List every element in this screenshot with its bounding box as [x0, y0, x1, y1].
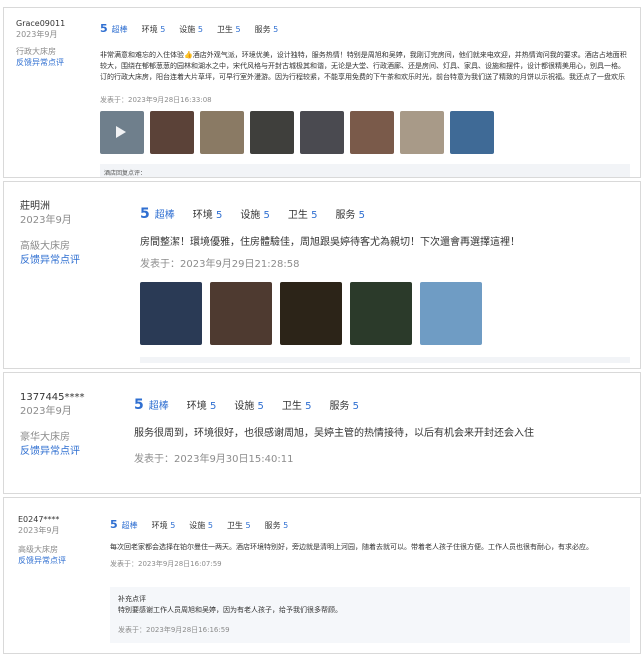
stay-date: 2023年9月 — [20, 406, 72, 417]
supplementary-title: 补充点评 — [118, 595, 146, 603]
subscore-service: 服务 5 — [335, 210, 365, 221]
subscore-service: 服务 5 — [264, 521, 289, 530]
review-photo[interactable] — [300, 111, 344, 154]
report-review-link[interactable]: 反馈异常点评 — [16, 57, 65, 68]
review-body: 5 超棒 环境 5 设施 5 卫生 5 服务 5 每次回老家都会选择在铂尔曼住一… — [110, 518, 630, 569]
score-row: 5 超棒 环境 5 设施 5 卫生 5 服务 5 — [140, 206, 630, 224]
review-photo[interactable] — [350, 282, 412, 345]
subscore-hygiene: 卫生 5 — [281, 401, 312, 412]
review-photo[interactable] — [450, 111, 494, 154]
review-photo[interactable] — [150, 111, 194, 154]
room-type: 豪华大床房 — [20, 432, 70, 443]
review-card: 1377445**** 2023年9月 豪华大床房 反馈异常点评 5 超棒 环境… — [3, 372, 641, 494]
review-user-info: E0247**** 2023年9月 高级大床房 反馈异常点评 — [18, 514, 66, 566]
username: Grace09011 — [16, 19, 66, 28]
review-photo[interactable] — [400, 111, 444, 154]
review-card: E0247**** 2023年9月 高级大床房 反馈异常点评 5 超棒 环境 5… — [3, 497, 641, 654]
subscore-environment: 环境 5 — [192, 210, 223, 221]
supplementary-text: 特别要感谢工作人员周旭和吴婷，因为有老人孩子，给予我们很多帮顾。 — [118, 606, 342, 614]
score-row: 5 超棒 环境 5 设施 5 卫生 5 服务 5 — [134, 397, 630, 415]
room-type: 高级大床房 — [18, 545, 58, 554]
review-card: 莊明洲 2023年9月 高級大床房 反馈异常点评 5 超棒 环境 5 设施 5 … — [3, 181, 641, 369]
subscore-environment: 环境 5 — [151, 521, 176, 530]
review-user-info: 莊明洲 2023年9月 高級大床房 反馈异常点评 — [20, 200, 80, 268]
review-text: 服务很周到，环境很好，也很感谢周旭，吴婷主管的热情接待，以后有机会来开封还会入住 — [134, 428, 534, 439]
hotel-reply-label: 酒店回复点评： — [104, 170, 147, 177]
report-review-link[interactable]: 反馈异常点评 — [20, 254, 80, 268]
subscore-hygiene: 卫生 5 — [226, 521, 251, 530]
score-label: 超棒 — [154, 210, 175, 221]
overall-score: 5 — [134, 397, 144, 413]
hotel-reply-box — [140, 357, 630, 363]
stay-date: 2023年9月 — [18, 526, 60, 535]
subscore-facilities: 设施 5 — [179, 25, 203, 34]
hotel-reply-box: 酒店回复点评： — [100, 164, 630, 177]
subscore-environment: 环境 5 — [186, 401, 217, 412]
review-text: 非常满意和难忘的入住体验👍酒店外观气派，环境优美，设计独特，服务热情！特别是周旭… — [100, 51, 627, 81]
review-text: 房間整潔！環境優雅，住房體驗佳，周旭跟吳婷待客尤為親切！下次還會再選擇這裡！ — [140, 237, 520, 248]
subscore-environment: 环境 5 — [141, 25, 166, 34]
score-row: 5 超棒 环境 5 设施 5 卫生 5 服务 5 — [100, 22, 630, 36]
subscore-hygiene: 卫生 5 — [216, 25, 241, 34]
score-label: 超棒 — [121, 521, 138, 530]
username: 1377445**** — [20, 392, 85, 403]
room-type: 高級大床房 — [20, 241, 70, 252]
report-review-link[interactable]: 反馈异常点评 — [18, 555, 66, 566]
photo-strip — [100, 111, 630, 154]
subscore-hygiene: 卫生 5 — [287, 210, 318, 221]
subscore-facilities: 设施 5 — [240, 210, 270, 221]
review-photo[interactable] — [420, 282, 482, 345]
subscore-facilities: 设施 5 — [189, 521, 213, 530]
report-review-link[interactable]: 反馈异常点评 — [20, 445, 85, 459]
overall-score: 5 — [110, 518, 118, 531]
post-time: 发表于：2023年9月28日16:33:08 — [100, 96, 212, 104]
subscore-service: 服务 5 — [254, 25, 279, 34]
review-card: Grace09011 2023年9月 行政大床房 反馈异常点评 5 超棒 环境 … — [3, 7, 641, 178]
score-label: 超棒 — [111, 25, 128, 34]
supplementary-review: 补充点评 特别要感谢工作人员周旭和吴婷，因为有老人孩子，给予我们很多帮顾。 发表… — [110, 587, 630, 643]
room-type: 行政大床房 — [16, 47, 56, 56]
review-body: 5 超棒 环境 5 设施 5 卫生 5 服务 5 非常满意和难忘的入住体验👍酒店… — [100, 22, 630, 177]
review-photo[interactable] — [350, 111, 394, 154]
overall-score: 5 — [140, 206, 150, 222]
review-photo[interactable] — [200, 111, 244, 154]
review-photo[interactable] — [210, 282, 272, 345]
review-photo[interactable] — [140, 282, 202, 345]
review-body: 5 超棒 环境 5 设施 5 卫生 5 服务 5 服务很周到，环境很好，也很感谢… — [134, 397, 630, 467]
post-time: 发表于：2023年9月29日21:28:58 — [140, 259, 300, 270]
username: 莊明洲 — [20, 201, 50, 212]
overall-score: 5 — [100, 22, 108, 35]
username: E0247**** — [18, 515, 60, 524]
stay-date: 2023年9月 — [20, 215, 72, 226]
supplementary-time: 发表于：2023年9月28日16:16:59 — [118, 626, 230, 634]
review-body: 5 超棒 环境 5 设施 5 卫生 5 服务 5 房間整潔！環境優雅，住房體驗佳… — [140, 206, 630, 363]
photo-strip — [140, 282, 630, 345]
subscore-facilities: 设施 5 — [234, 401, 264, 412]
review-photo[interactable] — [280, 282, 342, 345]
post-time: 发表于：2023年9月30日15:40:11 — [134, 454, 294, 465]
play-icon — [116, 126, 126, 138]
review-photo[interactable] — [250, 111, 294, 154]
review-photo[interactable] — [100, 111, 144, 154]
review-user-info: Grace09011 2023年9月 行政大床房 反馈异常点评 — [16, 18, 65, 68]
score-label: 超棒 — [148, 401, 169, 412]
stay-date: 2023年9月 — [16, 30, 58, 39]
subscore-service: 服务 5 — [329, 401, 359, 412]
review-text: 每次回老家都会选择在铂尔曼住一两天。酒店环境特别好，旁边就是清明上河园，随着去就… — [110, 543, 593, 551]
post-time: 发表于：2023年9月28日16:07:59 — [110, 560, 222, 568]
score-row: 5 超棒 环境 5 设施 5 卫生 5 服务 5 — [110, 518, 630, 532]
review-user-info: 1377445**** 2023年9月 豪华大床房 反馈异常点评 — [20, 391, 85, 459]
